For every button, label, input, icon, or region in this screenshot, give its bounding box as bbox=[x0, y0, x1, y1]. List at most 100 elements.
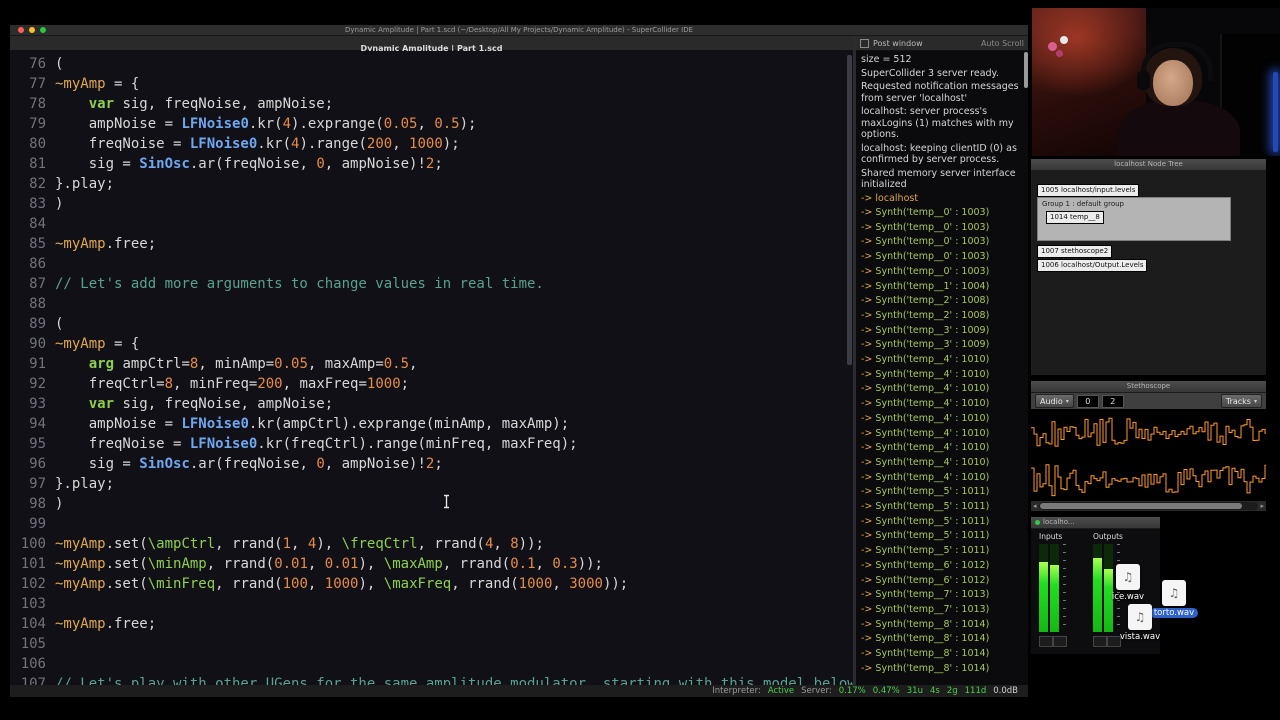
line-number: 99 bbox=[29, 516, 46, 532]
chevron-down-icon: ▾ bbox=[1065, 397, 1069, 405]
code-line[interactable]: freqNoise = LFNoise0.kr(freqCtrl).range(… bbox=[55, 434, 853, 454]
code-line[interactable]: ( bbox=[55, 314, 853, 334]
post-synth-line: -> Synth('temp__0' : 1003) bbox=[861, 265, 990, 277]
code-line[interactable] bbox=[55, 594, 853, 614]
line-number: 82 bbox=[29, 176, 46, 192]
post-synth-line: -> Synth('temp__2' : 1008) bbox=[861, 295, 990, 307]
post-synth-line: -> Synth('temp__4' : 1010) bbox=[861, 471, 990, 483]
code-line[interactable] bbox=[55, 514, 853, 534]
post-detach-icon[interactable] bbox=[860, 38, 869, 48]
editor-scrollbar-handle[interactable] bbox=[847, 55, 852, 365]
stethoscope-window: Stethoscope Audio ▾ 0 2 Tracks ▾ ◂ ▸ bbox=[1030, 380, 1267, 512]
scope-channels-box[interactable]: 2 bbox=[1101, 394, 1124, 408]
code-line[interactable]: ~myAmp.set(\minAmp, rrand(0.01, 0.01), \… bbox=[55, 554, 853, 574]
status-bar: Interpreter: Active Server: 0.17% 0.47% 31… bbox=[10, 685, 1028, 697]
code-line[interactable]: }.play; bbox=[55, 474, 853, 494]
line-number: 105 bbox=[20, 636, 46, 652]
levels-titlebar[interactable]: localho... bbox=[1031, 517, 1160, 529]
post-synth-line: -> Synth('temp__6' : 1012) bbox=[861, 574, 990, 586]
input-value-box-2[interactable] bbox=[1053, 636, 1067, 647]
code-line[interactable]: var sig, freqNoise, ampNoise; bbox=[55, 94, 853, 114]
webcam-person-body bbox=[1118, 100, 1240, 156]
code-line[interactable]: ) bbox=[55, 494, 853, 514]
code-line[interactable]: freqCtrl=8, minFreq=200, maxFreq=1000; bbox=[55, 374, 853, 394]
node-group-panel[interactable]: Group 1 : default group 1014 temp__8 bbox=[1037, 197, 1231, 241]
desktop-icon-vista-wav[interactable]: ♫ vista.wav bbox=[1112, 604, 1168, 642]
post-synth-line: -> Synth('temp__4' : 1010) bbox=[861, 442, 990, 454]
code-line[interactable]: freqNoise = LFNoise0.kr(4).range(200, 10… bbox=[55, 134, 853, 154]
webcam-video bbox=[1032, 8, 1280, 156]
post-synth-line: -> Synth('temp__5' : 1011) bbox=[861, 530, 990, 542]
scope-scrollbar[interactable]: ◂ ▸ bbox=[1031, 501, 1266, 511]
code-line[interactable]: // Let's add more arguments to change va… bbox=[55, 274, 853, 294]
scope-scrollbar-handle[interactable] bbox=[1039, 503, 1242, 509]
line-number: 104 bbox=[20, 616, 46, 632]
levels-title: localho... bbox=[1043, 518, 1075, 526]
code-line[interactable]: ampNoise = LFNoise0.kr(ampCtrl).exprange… bbox=[55, 414, 853, 434]
code-line[interactable]: ~myAmp.free; bbox=[55, 614, 853, 634]
server-metric: 2g bbox=[946, 686, 958, 696]
code-line[interactable]: sig = SinOsc.ar(freqNoise, 0, ampNoise)!… bbox=[55, 154, 853, 174]
code-line[interactable]: ~myAmp = { bbox=[55, 334, 853, 354]
post-synth-line: -> Synth('temp__8' : 1014) bbox=[861, 648, 990, 660]
code-line[interactable]: // Let's play with other UGens for the s… bbox=[55, 674, 853, 685]
code-line[interactable]: arg ampCtrl=8, minAmp=0.05, maxAmp=0.5, bbox=[55, 354, 853, 374]
post-scrollbar[interactable] bbox=[1024, 52, 1028, 685]
line-number: 91 bbox=[29, 356, 46, 372]
node-output-levels[interactable]: 1006 localhost/Output.Levels bbox=[1037, 259, 1148, 272]
code-line[interactable]: }.play; bbox=[55, 174, 853, 194]
node-input-levels[interactable]: 1005 localhost/input.levels bbox=[1037, 184, 1140, 197]
line-numbers: 76 77 78 79 80 81 82 83 84 85 86 87 88 89 90 91 92 93 94 95… bbox=[10, 54, 55, 685]
post-synth-line: -> Synth('temp__2' : 1008) bbox=[861, 309, 990, 321]
server-label[interactable]: Server: bbox=[801, 686, 832, 696]
stethoscope-toolbar: Audio ▾ 0 2 Tracks ▾ bbox=[1031, 393, 1266, 409]
window-titlebar[interactable]: Dynamic Amplitude | Part 1.scd (~/Deskto… bbox=[10, 25, 1028, 36]
auto-scroll-toggle[interactable]: Auto Scroll bbox=[981, 39, 1024, 48]
code-line[interactable] bbox=[55, 634, 853, 654]
code-line[interactable]: ampNoise = LFNoise0.kr(4).exprange(0.05,… bbox=[55, 114, 853, 134]
line-number: 76 bbox=[29, 56, 46, 72]
post-synth-line: -> Synth('temp__4' : 1010) bbox=[861, 412, 990, 424]
post-synth-line: -> Synth('temp__8' : 1014) bbox=[861, 662, 990, 674]
code-line[interactable] bbox=[55, 294, 853, 314]
code-line[interactable] bbox=[55, 214, 853, 234]
code-editor[interactable]: 76 77 78 79 80 81 82 83 84 85 86 87 88 89 90 91 92 93 94 95… bbox=[10, 51, 853, 685]
scope-style-dropdown[interactable]: Tracks ▾ bbox=[1220, 394, 1262, 408]
code-line[interactable] bbox=[55, 654, 853, 674]
interpreter-state[interactable]: Active bbox=[768, 686, 794, 696]
scope-scrollbar-track[interactable] bbox=[1038, 502, 1259, 510]
line-number: 92 bbox=[29, 376, 46, 392]
editor-scrollbar[interactable] bbox=[847, 55, 852, 685]
window-dot-icon[interactable] bbox=[1035, 520, 1040, 525]
node-temp-synth[interactable]: 1014 temp__8 bbox=[1046, 211, 1104, 224]
node-stethoscope[interactable]: 1007 stethoscope2 bbox=[1037, 245, 1113, 258]
scope-source-label: Audio bbox=[1040, 396, 1063, 406]
code-line[interactable]: ~myAmp.set(\minFreq, rrand(100, 1000), \… bbox=[55, 574, 853, 594]
server-metric: 31u bbox=[906, 686, 923, 696]
scroll-right-icon[interactable]: ▸ bbox=[1260, 501, 1264, 511]
line-number: 79 bbox=[29, 116, 46, 132]
scope-source-dropdown[interactable]: Audio ▾ bbox=[1035, 394, 1074, 408]
code-line[interactable]: ( bbox=[55, 54, 853, 74]
close-button[interactable] bbox=[18, 27, 24, 33]
code-lines[interactable]: (~myAmp = { var sig, freqNoise, ampNoise… bbox=[55, 54, 853, 685]
post-synth-line: -> Synth('temp__3' : 1009) bbox=[861, 339, 990, 351]
server-metric: 111d bbox=[964, 686, 987, 696]
post-message: SuperCollider 3 server ready. bbox=[861, 67, 999, 79]
zoom-button[interactable] bbox=[40, 27, 46, 33]
scroll-left-icon[interactable]: ◂ bbox=[1033, 501, 1037, 511]
code-line[interactable]: ~myAmp.free; bbox=[55, 234, 853, 254]
code-line[interactable]: var sig, freqNoise, ampNoise; bbox=[55, 394, 853, 414]
minimize-button[interactable] bbox=[29, 27, 35, 33]
post-scrollbar-handle[interactable] bbox=[1024, 52, 1028, 88]
scope-index-box[interactable]: 0 bbox=[1076, 394, 1099, 408]
output-value-box-1[interactable] bbox=[1093, 636, 1107, 647]
code-line[interactable]: ~myAmp.set(\ampCtrl, rrand(1, 4), \freqC… bbox=[55, 534, 853, 554]
line-number: 80 bbox=[29, 136, 46, 152]
code-line[interactable] bbox=[55, 254, 853, 274]
code-line[interactable]: ) bbox=[55, 194, 853, 214]
code-line[interactable]: sig = SinOsc.ar(freqNoise, 0, ampNoise)!… bbox=[55, 454, 853, 474]
input-value-box-1[interactable] bbox=[1039, 636, 1053, 647]
code-line[interactable]: ~myAmp = { bbox=[55, 74, 853, 94]
line-number: 84 bbox=[29, 216, 46, 232]
